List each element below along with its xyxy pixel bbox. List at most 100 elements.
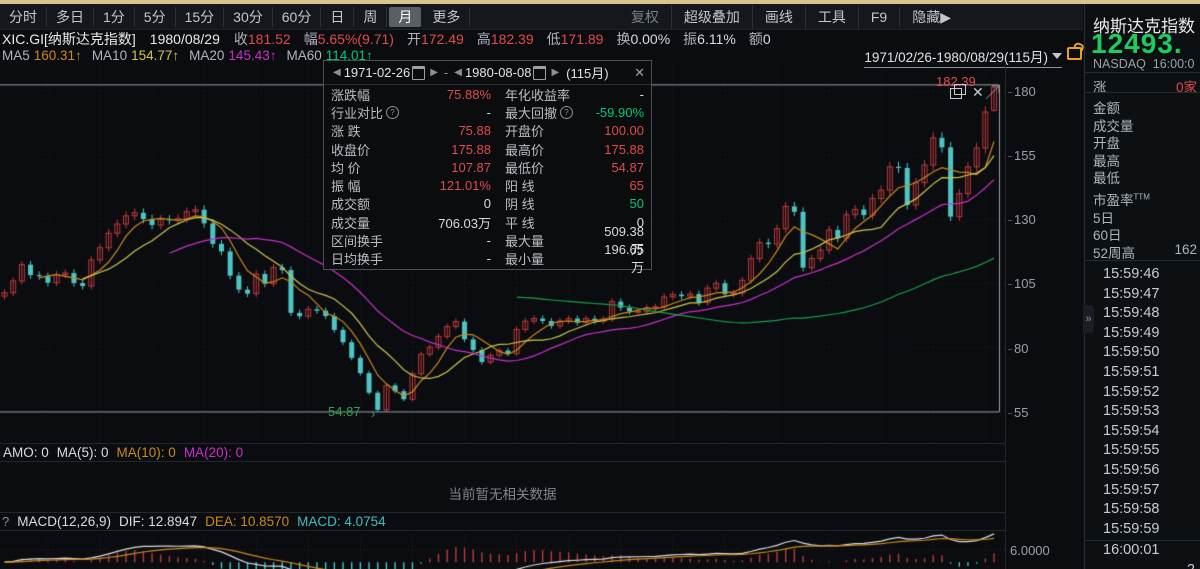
divider xyxy=(0,512,1005,513)
toolbar-button-复权[interactable]: 复权 xyxy=(619,4,672,29)
stat-label: 平 线 xyxy=(505,215,535,231)
trade-time: 16:00:01 xyxy=(1103,542,1160,559)
toolbar-button-隐藏▶[interactable]: 隐藏▶ xyxy=(900,5,963,29)
stat-label: 最高价 xyxy=(505,142,545,158)
unlock-icon[interactable] xyxy=(1067,47,1082,60)
macd-indicator-line[interactable]: ? MACD(12,26,9) DIF: 12.8947 DEA: 10.8570 M… xyxy=(2,514,402,529)
tab-1分[interactable]: 1分 xyxy=(94,6,135,27)
divider xyxy=(1085,260,1200,261)
sidebar-field-最低: 最低 xyxy=(1093,167,1197,187)
price-tick-105: 105 xyxy=(1008,276,1036,291)
quote-field-value: 171.89 xyxy=(560,30,604,47)
trade-time: 15:59:51 xyxy=(1103,364,1160,380)
ma-label: MA60 xyxy=(286,47,322,63)
calendar-icon[interactable] xyxy=(533,65,547,80)
collapse-sidebar-handle[interactable]: » xyxy=(1083,305,1094,333)
trade-time: 15:59:55 xyxy=(1103,442,1160,459)
divider xyxy=(1085,72,1200,73)
stat-value: 75.88% xyxy=(446,86,491,102)
macd-values: MACD(12,26,9) DIF: 12.8947 DEA: 10.8570 MAC… xyxy=(17,514,393,529)
stat-label: 成交额 xyxy=(331,197,371,213)
stats-row: 涨 跌 75.88 开盘价 100.00 xyxy=(324,122,651,140)
stat-label: 最大回撤? xyxy=(505,103,593,122)
ma-label: MA5 xyxy=(2,47,30,63)
price-axis-line xyxy=(1005,62,1006,569)
copy-region-icon[interactable] xyxy=(950,84,966,99)
tab-月[interactable]: 月 xyxy=(389,6,422,27)
help-circle-icon[interactable]: ? xyxy=(560,105,574,119)
amo-item: MA(5): 0 xyxy=(56,445,109,460)
quote-field-label: 额 xyxy=(748,30,763,47)
quote-fields: 收181.52 幅5.65%(9.71) 开172.49 高182.39 低171.89… xyxy=(234,29,784,49)
close-region-icon[interactable]: ✕ xyxy=(972,84,984,101)
tab-多日[interactable]: 多日 xyxy=(47,6,94,27)
stats-row: 成交额 0 阴 线 50 xyxy=(324,195,651,213)
stat-label: 振 幅 xyxy=(331,179,361,195)
next-date-icon[interactable]: ▶ xyxy=(551,67,559,78)
macd-item: MACD: 4.0754 xyxy=(297,514,386,529)
stat-label: 阴 线 xyxy=(505,197,535,213)
toolbar-button-工具[interactable]: 工具 xyxy=(806,4,859,29)
toolbar-button-超级叠加[interactable]: 超级叠加 xyxy=(672,4,753,29)
price-tick-155: 155 xyxy=(1008,148,1036,163)
price-tick-180: 180 xyxy=(1008,84,1036,99)
stat-value: 54.87 xyxy=(611,159,644,175)
quote-sidebar: 纳斯达克指数 12493. NASDAQ 16:00:0 涨 0家 金额 成交量开… xyxy=(1084,4,1200,569)
range-start-date[interactable]: 1971-02-26 xyxy=(344,65,411,80)
stat-label: 最小量 xyxy=(505,252,545,268)
tab-周[interactable]: 周 xyxy=(354,6,388,27)
tab-30分[interactable]: 30分 xyxy=(224,6,273,27)
date-dash: - xyxy=(443,65,449,80)
prev-date-icon[interactable]: ◀ xyxy=(333,67,341,78)
stat-value: 0 xyxy=(483,196,491,212)
amo-indicator-line[interactable]: AMO: 0 MA(5): 0 MA(10): 0 MA(20): 0 xyxy=(3,445,251,460)
stat-label: 行业对比? xyxy=(331,103,423,122)
trade-time: 15:59:47 xyxy=(1103,285,1160,302)
toolbar-button-画线[interactable]: 画线 xyxy=(753,4,806,29)
trade-time: 15:59:57 xyxy=(1103,481,1160,498)
sidebar-price: 12493. xyxy=(1091,28,1183,59)
toolbar-button-F9[interactable]: F9 xyxy=(859,6,901,27)
tab-更多[interactable]: 更多 xyxy=(423,6,471,27)
quote-field-换: 换0.00% xyxy=(616,29,670,49)
trade-time: 2 xyxy=(1103,562,1200,569)
stat-label: 成交量 xyxy=(331,215,371,231)
region-arrow-icon: › xyxy=(371,406,376,421)
range-stats-panel: ◀ 1971-02-26 ▶ - ◀ 1980-08-08 ▶ (115月) ✕… xyxy=(323,60,652,275)
stat-label: 阳 线 xyxy=(505,179,535,195)
ttm-superscript: TTM xyxy=(1133,192,1150,202)
tab-分时[interactable]: 分时 xyxy=(0,6,47,27)
tab-15分[interactable]: 15分 xyxy=(176,6,225,27)
stat-value: 175.88 xyxy=(451,141,491,157)
stat-label: 日均换手 xyxy=(331,252,384,268)
quote-field-额: 额0 xyxy=(749,29,771,49)
quote-field-高: 高182.39 xyxy=(477,29,534,49)
quote-field-label: 低 xyxy=(546,30,561,47)
stat-value: 121.01% xyxy=(439,178,491,194)
macd-item: DEA: 10.8570 xyxy=(205,514,290,529)
divider xyxy=(1085,92,1200,93)
help-circle-icon[interactable]: ? xyxy=(386,105,400,119)
sidebar-field-52周高: 52周高 162 xyxy=(1093,242,1197,262)
tab-日[interactable]: 日 xyxy=(321,6,355,27)
macd-chart[interactable] xyxy=(0,530,1005,569)
region-low-label: 54.87 xyxy=(328,404,361,419)
sidebar-field-label: 最低 xyxy=(1093,171,1120,187)
prev-date-icon[interactable]: ◀ xyxy=(454,67,462,78)
quote-field-开: 开172.49 xyxy=(407,29,464,49)
stat-value: 107.87 xyxy=(451,159,491,175)
close-icon[interactable]: ✕ xyxy=(634,65,645,81)
ma-value: 160.31↑ xyxy=(33,47,82,63)
trade-time: 15:59:48 xyxy=(1103,305,1160,322)
tab-5分[interactable]: 5分 xyxy=(135,6,176,27)
range-end-date[interactable]: 1980-08-08 xyxy=(465,65,532,80)
stats-row: 收盘价 175.88 最高价 175.88 xyxy=(324,140,651,158)
calendar-icon[interactable] xyxy=(412,65,426,80)
trade-time: 15:59:49 xyxy=(1103,324,1160,341)
help-icon[interactable]: ? xyxy=(2,514,9,529)
stat-label: 均 价 xyxy=(331,160,361,176)
next-date-icon[interactable]: ▶ xyxy=(430,67,438,78)
sidebar-field-label: 52周高 xyxy=(1093,245,1136,261)
symbol-name[interactable]: XIC.GI[纳斯达克指数] xyxy=(2,29,136,49)
tab-60分[interactable]: 60分 xyxy=(273,6,322,27)
